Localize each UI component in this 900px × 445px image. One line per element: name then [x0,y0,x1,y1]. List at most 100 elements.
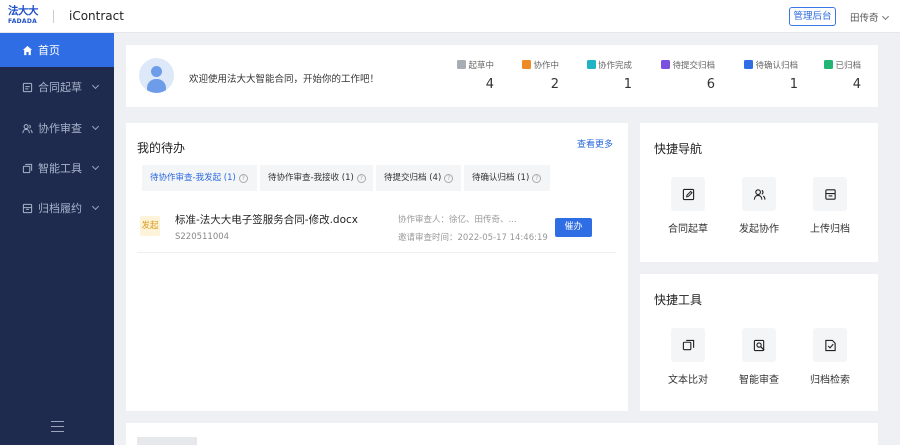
stat-value: 1 [623,77,632,92]
quick-nav-label: 上传归档 [810,224,850,235]
quick-tools-title: 快捷工具 [654,293,703,307]
chevron-down-icon [91,162,100,171]
my-todo-card: 我的待办 查看更多 待协作审查-我发起 (1)? 待协作审查-我接收 (1)? … [126,123,628,411]
quick-tool-archive-search[interactable]: 归档检索 [798,328,862,386]
document-icon [22,82,33,92]
home-icon [22,45,33,55]
sidebar-item-archive[interactable]: 归档履约 [0,192,114,224]
tab-collab-received[interactable]: 待协作审查-我接收 (1)? [260,165,373,191]
stat-collab-done[interactable]: 协作完成 1 [586,59,632,92]
top-bar: 法大大 FADADA iContract 管理后台 田传奇 [0,0,900,33]
admin-console-button[interactable]: 管理后台 [789,7,836,26]
stat-value: 2 [550,77,559,92]
stat-label: 协作完成 [597,61,632,71]
document-id: S220511004 [175,232,230,242]
help-icon: ? [356,174,366,183]
collaborators: 协作审查人：徐亿、田传奇、... [398,215,517,225]
drafting-icon [457,60,467,69]
logo-text: 法大大 [8,5,39,17]
tab-count: (4) [429,173,442,183]
chevron-down-icon [881,12,889,21]
quick-tool-label: 文本比对 [668,375,708,386]
tab-label: 待协作审查-我发起 [150,173,222,183]
file-search-icon [824,339,836,351]
user-name: 田传奇 [850,13,879,24]
sidebar-item-label: 合同起草 [38,81,82,94]
help-icon: ? [532,174,542,183]
urge-button[interactable]: 催办 [555,218,592,237]
quick-nav-card: 快捷导航 合同起草 发起协作 上传归档 [640,123,878,262]
app-name: iContract [69,9,124,23]
tab-label: 待确认归档 [472,173,515,183]
sidebar-item-label: 归档履约 [38,202,82,215]
tab-pending-confirm[interactable]: 待确认归档 (1)? [464,165,550,191]
welcome-card: 欢迎使用法大大智能合同，开始你的工作吧！ 起草中 4 协作中 2 协作完成 1 … [126,45,878,107]
sidebar-item-contract-draft[interactable]: 合同起草 [0,71,114,103]
stat-archived[interactable]: 已归档 4 [824,59,861,92]
users-icon [22,123,33,133]
help-icon: ? [444,174,454,183]
quick-nav-title: 快捷导航 [654,142,703,156]
quick-tool-text-compare[interactable]: 文本比对 [656,328,720,386]
tab-count: (1) [341,173,354,183]
logo-subtext: FADADA [8,17,38,25]
tab-collab-initiated[interactable]: 待协作审查-我发起 (1)? [142,165,257,191]
menu-collapse-icon[interactable] [51,421,64,432]
todo-row[interactable]: 发起 标准-法大大电子签服务合同-修改.docx S220511004 协作审查… [137,205,616,253]
chevron-down-icon [91,202,100,211]
stat-value: 6 [706,77,715,92]
stat-collaborating[interactable]: 协作中 2 [522,59,559,92]
avatar [139,58,174,93]
stat-label: 待确认归档 [755,61,798,71]
edit-icon [682,188,694,200]
archive-box-icon [824,188,836,200]
quick-nav-upload-archive[interactable]: 上传归档 [798,177,862,235]
todo-title: 我的待办 [137,141,186,155]
stat-pending-confirm[interactable]: 待确认归档 1 [744,59,798,92]
collab-done-icon [586,60,596,69]
archived-icon [824,60,834,69]
stat-drafting[interactable]: 起草中 4 [457,59,494,92]
chevron-down-icon [91,122,100,131]
sidebar-item-label: 首页 [38,44,60,57]
quick-tool-label: 归档检索 [810,375,850,386]
tab-count: (1) [223,173,236,183]
stat-value: 1 [789,77,798,92]
quick-nav-label: 发起协作 [739,224,779,235]
users-icon [753,188,765,200]
header-divider [53,10,54,23]
compare-icon [682,339,694,350]
sidebar-item-home[interactable]: 首页 [0,33,114,67]
quick-tools-card: 快捷工具 文本比对 智能审查 归档检索 [640,274,878,411]
copy-icon [22,163,33,173]
bottom-card [126,423,878,445]
sidebar: 首页 合同起草 协作审查 智能工具 归档履约 [0,33,114,445]
help-icon: ? [238,174,248,183]
pending-confirm-icon [744,60,754,69]
tab-label: 待提交归档 [384,173,427,183]
fadada-logo[interactable]: 法大大 FADADA [8,6,42,26]
quick-tool-label: 智能审查 [739,375,779,386]
sidebar-item-collab-review[interactable]: 协作审查 [0,112,114,144]
quick-nav-start-collab[interactable]: 发起协作 [727,177,791,235]
archive-icon [22,203,33,213]
stat-label: 起草中 [468,61,494,71]
see-more-link[interactable]: 查看更多 [577,137,613,150]
stat-label: 已归档 [835,61,861,71]
sidebar-item-label: 智能工具 [38,162,82,175]
quick-tool-smart-review[interactable]: 智能审查 [727,328,791,386]
user-menu[interactable]: 田传奇 [850,10,889,24]
stat-value: 4 [852,77,861,92]
tab-pending-submit[interactable]: 待提交归档 (4)? [376,165,461,191]
sidebar-item-smart-tools[interactable]: 智能工具 [0,152,114,184]
quick-nav-contract-draft[interactable]: 合同起草 [656,177,720,235]
chevron-down-icon [91,81,100,90]
initiated-badge: 发起 [140,216,160,236]
sidebar-item-label: 协作审查 [38,122,82,135]
invite-time: 邀请审查时间：2022-05-17 14:46:19 [398,233,548,243]
collaborating-icon [522,60,532,69]
stat-label: 协作中 [533,61,559,71]
stat-pending-submit[interactable]: 待提交归档 6 [661,59,715,92]
document-name[interactable]: 标准-法大大电子签服务合同-修改.docx [175,212,358,227]
pending-submit-icon [661,60,671,69]
